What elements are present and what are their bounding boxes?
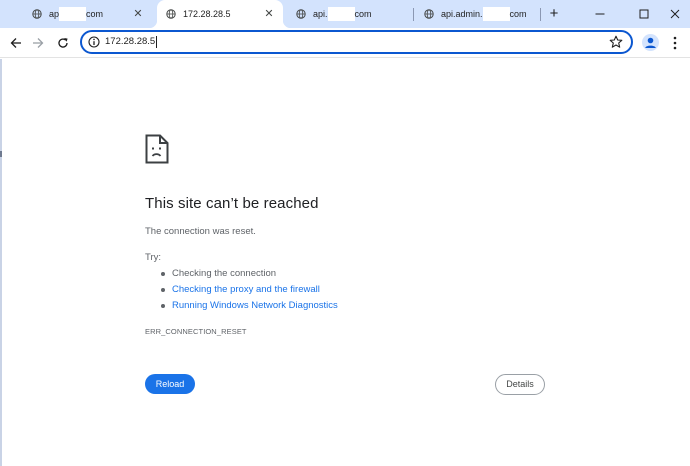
globe-icon bbox=[296, 9, 306, 19]
tab-separator bbox=[540, 8, 541, 21]
tab-title: api.admin. com bbox=[441, 7, 527, 21]
sad-page-icon bbox=[145, 134, 169, 164]
reload-page-button[interactable]: Reload bbox=[145, 374, 195, 394]
error-code: ERR_CONNECTION_RESET bbox=[145, 327, 247, 336]
suggestion-list: Checking the connection Checking the pro… bbox=[161, 266, 338, 314]
suggestion-link-proxy-firewall[interactable]: Checking the proxy and the firewall bbox=[161, 282, 338, 298]
error-message: The connection was reset. bbox=[145, 226, 256, 237]
reload-button[interactable] bbox=[53, 33, 73, 53]
tab-4[interactable]: api.admin. com bbox=[416, 0, 540, 28]
avatar bbox=[645, 37, 656, 48]
minimize-button[interactable] bbox=[585, 0, 615, 28]
globe-icon bbox=[166, 9, 176, 19]
details-button[interactable]: Details bbox=[495, 374, 545, 395]
toolbar bbox=[0, 28, 690, 58]
globe-icon bbox=[424, 9, 434, 19]
plus-icon[interactable]: + bbox=[545, 5, 563, 23]
redaction-box bbox=[59, 7, 87, 21]
forward-button[interactable] bbox=[28, 33, 48, 53]
suggestion-link-network-diagnostics[interactable]: Running Windows Network Diagnostics bbox=[161, 298, 338, 314]
address-bar[interactable] bbox=[80, 30, 633, 54]
tab-title: api. com bbox=[313, 7, 372, 21]
redaction-box bbox=[327, 7, 355, 21]
error-title: This site can’t be reached bbox=[145, 195, 319, 212]
profile-icon[interactable] bbox=[642, 34, 659, 51]
tab-title-prefix: 172.28.28.5 bbox=[183, 9, 231, 19]
globe-icon bbox=[32, 9, 42, 19]
minimize-icon bbox=[595, 13, 605, 15]
close-icon[interactable]: ✕ bbox=[132, 8, 144, 20]
tab-title-suffix: com bbox=[86, 9, 104, 19]
text-caret bbox=[156, 36, 157, 48]
maximize-button[interactable] bbox=[629, 0, 659, 28]
window-left-edge bbox=[0, 59, 2, 466]
window-close-button[interactable] bbox=[660, 0, 690, 28]
tab-2-active[interactable]: 172.28.28.5 ✕ bbox=[149, 0, 291, 28]
reload-icon bbox=[58, 38, 68, 48]
tab-separator bbox=[413, 8, 414, 21]
redaction-box bbox=[482, 7, 510, 21]
kebab-menu-icon[interactable] bbox=[668, 34, 682, 52]
tab-title: 172.28.28.5 bbox=[183, 9, 231, 19]
star-icon[interactable] bbox=[609, 35, 623, 49]
tab-title-prefix: api.admin. bbox=[441, 9, 483, 19]
tab-title-prefix: api. bbox=[313, 9, 328, 19]
tab-3[interactable]: api. com bbox=[288, 0, 412, 28]
close-icon[interactable]: ✕ bbox=[263, 8, 275, 20]
info-icon[interactable] bbox=[88, 36, 100, 48]
tab-title-prefix: ap bbox=[49, 9, 60, 19]
close-icon bbox=[670, 9, 680, 19]
tab-title-suffix: com bbox=[354, 9, 372, 19]
back-icon bbox=[10, 38, 21, 48]
tab-title-suffix: com bbox=[509, 9, 527, 19]
tab-1[interactable]: ap com ✕ bbox=[24, 0, 152, 28]
back-button[interactable] bbox=[6, 33, 26, 53]
tab-strip: ap com ✕ 172.28.28.5 ✕ api. com api.admi… bbox=[0, 0, 690, 28]
try-label: Try: bbox=[145, 252, 162, 263]
maximize-icon bbox=[639, 9, 649, 19]
url-input[interactable] bbox=[105, 32, 585, 52]
tab-title: ap com bbox=[49, 7, 103, 21]
suggestion-check-connection: Checking the connection bbox=[161, 266, 338, 282]
forward-icon bbox=[33, 38, 44, 48]
edge-marker bbox=[0, 151, 2, 157]
